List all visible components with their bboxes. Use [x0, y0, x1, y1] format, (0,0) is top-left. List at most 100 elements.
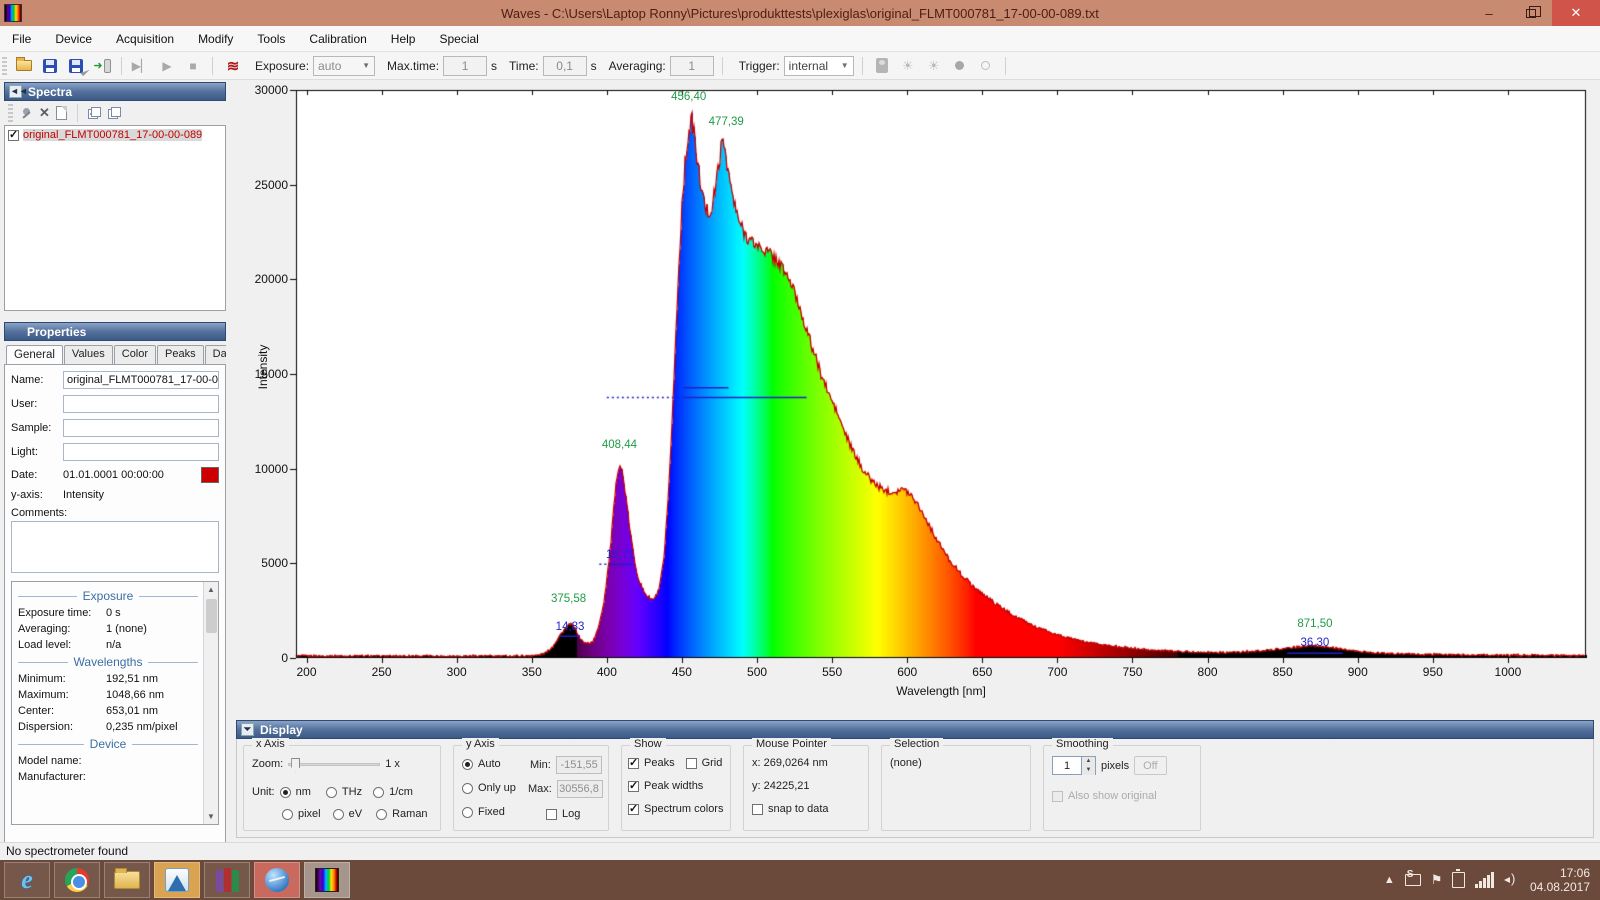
taskbar-app-browser-globe[interactable] [254, 862, 300, 898]
menu-calibration[interactable]: Calibration [297, 28, 378, 50]
spectrum-plot-canvas[interactable] [230, 80, 1600, 716]
unit-radio-thz[interactable] [326, 787, 337, 798]
smoothing-value[interactable]: 1 [1052, 756, 1082, 775]
battery-icon[interactable] [1452, 872, 1465, 888]
taskbar-app-winrar[interactable] [204, 862, 250, 898]
open-file-button[interactable] [13, 56, 35, 76]
unit-radio-pixel[interactable] [282, 809, 293, 820]
wavelengths-section-title: Wavelengths [74, 655, 143, 669]
light-input[interactable] [63, 443, 219, 461]
peak-widths-checkbox[interactable] [628, 781, 639, 792]
start-acquisition-button[interactable]: ▶ [156, 56, 178, 76]
minimize-button[interactable]: – [1468, 0, 1510, 26]
spectrum-checkbox[interactable] [8, 130, 19, 141]
scroll-up-icon[interactable]: ▲ [204, 582, 218, 597]
spectrum-colors-checkbox[interactable] [628, 804, 639, 815]
single-acquisition-button[interactable]: ▶▏ [130, 56, 152, 76]
min-input[interactable]: -151,55 [556, 756, 602, 774]
yaxis-radio-onlyup[interactable] [462, 783, 473, 794]
pin-icon[interactable] [21, 107, 33, 119]
snap-to-data-checkbox[interactable] [752, 804, 763, 815]
uncheck-all-button[interactable] [108, 107, 122, 120]
taskbar-app-waves[interactable] [304, 862, 350, 898]
list-item[interactable]: original_FLMT000781_17-00-00-089 [8, 129, 222, 141]
taskbar-app-photo-viewer[interactable] [154, 862, 200, 898]
menu-modify[interactable]: Modify [186, 28, 245, 50]
stop-acquisition-button[interactable]: ■ [182, 56, 204, 76]
winrar-icon [216, 868, 239, 892]
sample-input[interactable] [63, 419, 219, 437]
color-swatch[interactable] [201, 467, 219, 483]
name-input[interactable]: original_FLMT000781_17-00-00-089 [63, 371, 219, 389]
unit-radio-nm[interactable] [280, 787, 291, 798]
scroll-down-icon[interactable]: ▼ [204, 809, 218, 824]
dark-reference-button[interactable] [871, 56, 893, 76]
menu-special[interactable]: Special [427, 28, 490, 50]
trigger-select[interactable]: internal ▼ [784, 56, 854, 76]
stepper-arrows-icon[interactable]: ▲▼ [1082, 756, 1096, 775]
grid-checkbox[interactable] [686, 758, 697, 769]
max-input[interactable]: 30556,8 [557, 780, 603, 798]
check-all-button[interactable] [88, 107, 102, 120]
record-dark-button[interactable] [949, 56, 971, 76]
collapse-display-button[interactable]: ⏷ [241, 723, 254, 736]
sample-label: Sample: [11, 422, 63, 434]
menu-help[interactable]: Help [379, 28, 428, 50]
zoom-value: 1 x [385, 758, 400, 770]
comments-input[interactable] [11, 521, 219, 573]
lamp-on-button[interactable]: ☀ [897, 56, 919, 76]
log-checkbox[interactable] [546, 809, 557, 820]
smoothing-off-button[interactable]: Off [1134, 756, 1166, 775]
tab-data[interactable]: Data [205, 345, 226, 364]
spectra-mode-button[interactable]: ≋ [221, 56, 243, 76]
maxtime-input[interactable]: 1 [443, 56, 487, 76]
menu-device[interactable]: Device [43, 28, 104, 50]
time-input[interactable]: 0,1 [543, 56, 587, 76]
peak-label: 408,44 [602, 439, 637, 451]
volume-icon[interactable] [1504, 873, 1520, 887]
peaks-checkbox[interactable] [628, 758, 639, 769]
close-button[interactable]: ✕ [1552, 0, 1600, 26]
yaxis-radio-fixed[interactable] [462, 807, 473, 818]
taskbar-app-internet-explorer[interactable]: e [4, 862, 50, 898]
exposure-select[interactable]: auto ▼ [313, 56, 375, 76]
averaging-input[interactable]: 1 [670, 56, 714, 76]
sync-laptop-icon[interactable] [1405, 874, 1421, 886]
record-light-button[interactable] [975, 56, 997, 76]
unit-radio-ev[interactable] [333, 809, 344, 820]
unit-radio-1cm[interactable] [373, 787, 384, 798]
tab-general[interactable]: General [6, 345, 63, 364]
restore-button[interactable] [1510, 0, 1552, 26]
user-input[interactable] [63, 395, 219, 413]
taskbar-clock[interactable]: 17:06 04.08.2017 [1530, 866, 1590, 894]
export-button[interactable]: ➜ [91, 56, 113, 76]
scroll-thumb[interactable] [206, 599, 217, 633]
tab-values[interactable]: Values [64, 345, 113, 364]
tab-peaks[interactable]: Peaks [157, 345, 204, 364]
taskbar-app-chrome[interactable] [54, 862, 100, 898]
trigger-label: Trigger: [739, 59, 780, 73]
network-signal-icon[interactable] [1475, 872, 1494, 888]
zoom-label: Zoom: [252, 758, 283, 770]
smoothing-stepper[interactable]: 1 ▲▼ [1052, 756, 1096, 775]
yaxis-auto-label: Auto [478, 758, 501, 770]
save-button[interactable] [39, 56, 61, 76]
scrollbar[interactable]: ▲ ▼ [203, 582, 218, 824]
tab-color[interactable]: Color [114, 345, 156, 364]
zoom-slider[interactable] [288, 763, 380, 766]
new-spectrum-button[interactable] [56, 106, 67, 120]
also-show-original-checkbox[interactable] [1052, 791, 1063, 802]
save-as-button[interactable] [65, 56, 87, 76]
delete-spectrum-button[interactable]: ✕ [39, 105, 50, 121]
unit-radio-raman[interactable] [376, 809, 387, 820]
yaxis-radio-auto[interactable] [462, 759, 473, 770]
action-center-flag-icon[interactable]: ⚑ [1431, 872, 1443, 888]
menu-file[interactable]: File [0, 28, 43, 50]
hidden-icons-button[interactable]: ▲ [1384, 874, 1395, 886]
taskbar-app-file-explorer[interactable] [104, 862, 150, 898]
zoom-slider-thumb[interactable] [291, 758, 300, 772]
collapse-panel-button[interactable]: ◄◄ [9, 85, 22, 98]
menu-acquisition[interactable]: Acquisition [104, 28, 186, 50]
menu-tools[interactable]: Tools [245, 28, 297, 50]
lamp-off-button[interactable]: ☀ [923, 56, 945, 76]
